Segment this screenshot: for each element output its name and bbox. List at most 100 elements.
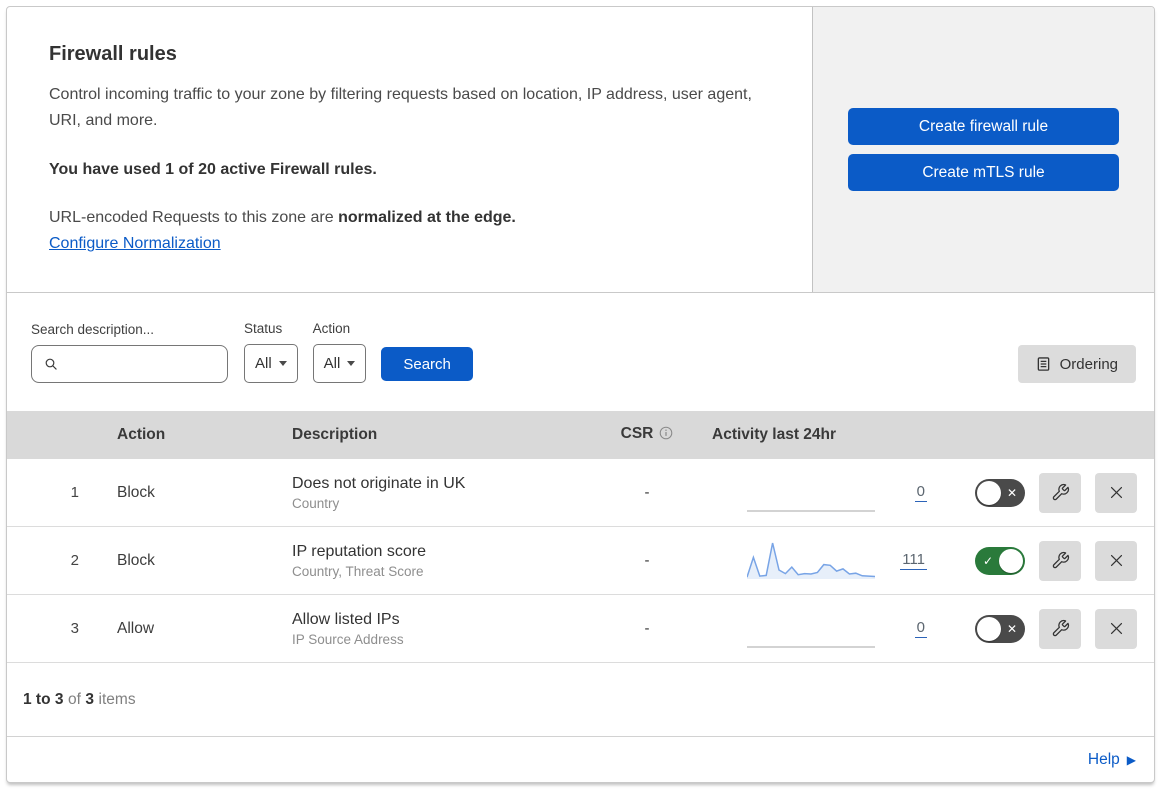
search-group: Search description... (31, 322, 248, 383)
action-label: Action (312, 321, 351, 336)
rule-description-cell: IP reputation score Country, Threat Scor… (272, 543, 592, 579)
rule-description-cell: Does not originate in UK Country (272, 475, 592, 511)
edit-rule-button[interactable] (1039, 540, 1081, 581)
ordering-button[interactable]: Ordering (1017, 345, 1136, 383)
rule-activity-cell: 0 (702, 471, 942, 515)
rule-controls: ✓ ✕ (942, 472, 1154, 513)
close-icon (1108, 484, 1125, 501)
status-selected-value: All (255, 355, 272, 372)
chevron-down-icon (347, 361, 356, 366)
rule-enabled-toggle[interactable]: ✓ ✕ (975, 614, 1025, 643)
toggle-knob (977, 616, 1001, 641)
delete-rule-button[interactable] (1095, 540, 1137, 581)
configure-normalization-link[interactable]: Configure Normalization (49, 235, 221, 252)
rule-fields: IP Source Address (292, 631, 404, 647)
toggle-cross-icon: ✕ (1006, 621, 1017, 636)
close-icon (1108, 620, 1125, 637)
rule-enabled-toggle[interactable]: ✓ ✕ (975, 546, 1025, 575)
ordering-button-label: Ordering (1059, 355, 1118, 373)
rule-controls: ✓ ✕ (942, 608, 1154, 649)
page-title: Firewall rules (49, 43, 177, 65)
rule-activity-cell: 111 (702, 539, 942, 583)
activity-column-header: Activity last 24hr (712, 426, 837, 443)
ordering-list-icon (1036, 356, 1051, 372)
rule-csr-value: - (644, 552, 650, 569)
search-button[interactable]: Search (381, 347, 473, 381)
status-label: Status (244, 321, 283, 336)
table-header-row: Action Description CSR Activity last 24h… (7, 411, 1154, 459)
items-total: 3 (85, 690, 95, 708)
table-row: 2 Block IP reputation score Country, Thr… (7, 527, 1154, 595)
items-of-text: of (67, 690, 81, 708)
toggle-knob (999, 548, 1023, 573)
rule-fields: Country, Threat Score (292, 563, 424, 579)
rule-fields: Country (292, 495, 340, 511)
table-row: 1 Block Does not originate in UK Country… (7, 459, 1154, 527)
normalization-note: URL-encoded Requests to this zone are no… (49, 209, 772, 227)
rule-activity-cell: 0 (702, 607, 942, 651)
toggle-check-icon: ✓ (983, 553, 994, 568)
search-icon (43, 356, 59, 372)
action-selected-value: All (323, 355, 341, 372)
activity-count-link[interactable]: 0 (914, 483, 927, 502)
normalization-note-text: URL-encoded Requests to this zone are (49, 209, 339, 226)
action-select[interactable]: All (312, 344, 367, 383)
wrench-icon (1051, 551, 1070, 570)
filter-bar: Search description... Status All Action … (7, 293, 1154, 411)
rule-action: Block (117, 551, 155, 569)
rule-description-cell: Allow listed IPs IP Source Address (272, 611, 592, 647)
rule-controls: ✓ ✕ (942, 540, 1154, 581)
help-link[interactable]: Help ▶ (1088, 751, 1136, 769)
close-icon (1108, 552, 1125, 569)
description-column-header: Description (292, 426, 378, 443)
firewall-rules-panel: Firewall rules Control incoming traffic … (6, 6, 1155, 783)
pagination-summary: 1 to 3 of 3 items (7, 663, 1154, 737)
info-icon[interactable] (659, 426, 673, 445)
activity-count-link[interactable]: 111 (900, 551, 927, 570)
csr-column-header: CSR (592, 425, 702, 445)
activity-sparkline (747, 542, 875, 579)
action-filter-group: Action All (312, 321, 367, 383)
wrench-icon (1051, 483, 1070, 502)
help-row: Help ▶ (7, 737, 1154, 782)
delete-rule-button[interactable] (1095, 608, 1137, 649)
rule-csr-value: - (644, 484, 650, 501)
rules-table-body: 1 Block Does not originate in UK Country… (7, 459, 1154, 663)
search-label: Search description... (31, 322, 155, 337)
help-link-label: Help (1087, 750, 1120, 768)
rule-action: Allow (117, 619, 155, 637)
edit-rule-button[interactable] (1039, 472, 1081, 513)
items-label: items (98, 690, 136, 708)
rule-priority: 3 (70, 620, 79, 637)
toggle-cross-icon: ✕ (1006, 485, 1017, 500)
table-row: 3 Allow Allow listed IPs IP Source Addre… (7, 595, 1154, 663)
create-mtls-rule-button[interactable]: Create mTLS rule (848, 154, 1119, 191)
chevron-down-icon (278, 361, 287, 366)
rule-action: Block (117, 483, 155, 501)
rule-enabled-toggle[interactable]: ✓ ✕ (975, 478, 1025, 507)
page-description: Control incoming traffic to your zone by… (49, 86, 752, 129)
create-firewall-rule-button[interactable]: Create firewall rule (848, 108, 1119, 145)
usage-summary: You have used 1 of 20 active Firewall ru… (49, 161, 377, 178)
header-text-block: Firewall rules Control incoming traffic … (7, 7, 812, 292)
rule-priority: 2 (70, 552, 79, 569)
delete-rule-button[interactable] (1095, 472, 1137, 513)
rule-description: IP reputation score (292, 542, 427, 560)
actions-panel: Create firewall rule Create mTLS rule (812, 7, 1154, 292)
help-arrow-icon: ▶ (1126, 752, 1136, 767)
activity-sparkline (747, 645, 875, 648)
wrench-icon (1051, 619, 1070, 638)
rule-priority: 1 (70, 484, 79, 501)
status-filter-group: Status All (244, 321, 298, 383)
rule-description: Allow listed IPs (292, 610, 400, 628)
action-column-header: Action (117, 426, 166, 443)
activity-count-link[interactable]: 0 (914, 619, 927, 638)
csr-header-label: CSR (620, 425, 654, 442)
edit-rule-button[interactable] (1039, 608, 1081, 649)
toggle-knob (977, 480, 1001, 505)
search-input[interactable] (67, 346, 248, 382)
rule-csr-value: - (644, 620, 650, 637)
activity-sparkline (747, 509, 875, 512)
status-select[interactable]: All (244, 344, 298, 383)
rule-description: Does not originate in UK (292, 474, 466, 492)
